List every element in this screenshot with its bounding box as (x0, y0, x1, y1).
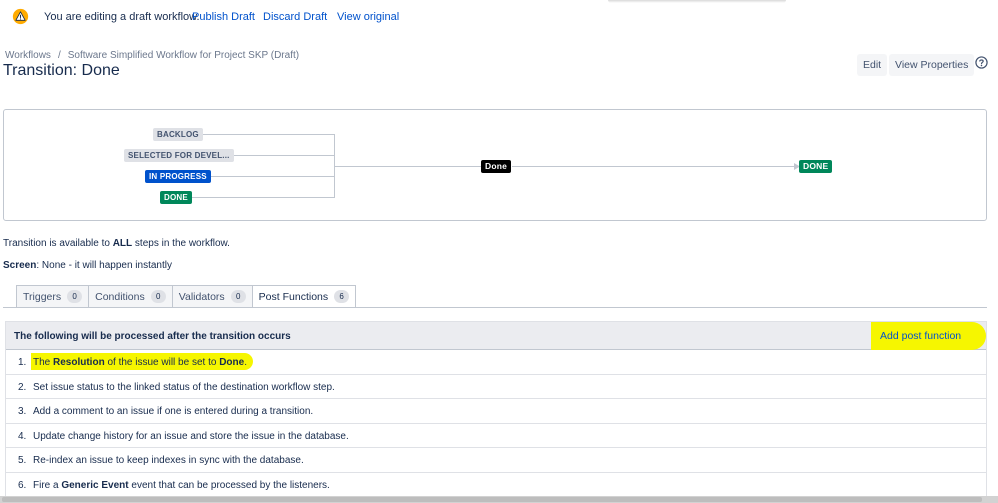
post-functions-table: The following will be processed after th… (5, 321, 987, 499)
post-function-row: 2. Set issue status to the linked status… (6, 375, 986, 400)
edit-button[interactable]: Edit (857, 54, 888, 76)
tab-conditions[interactable]: Conditions 0 (88, 285, 172, 308)
breadcrumb-workflows[interactable]: Workflows (5, 50, 51, 61)
screen-value: : None - it will happen instantly (36, 260, 172, 271)
status-selected-for-development[interactable]: SELECTED FOR DEVEL... (124, 149, 234, 162)
post-function-row: 3. Add a comment to an issue if one is e… (6, 399, 986, 424)
bold-value: Done (219, 357, 245, 368)
horizontal-scrollbar[interactable] (0, 496, 998, 503)
draft-message: You are editing a draft workflow. (44, 11, 200, 23)
row-number: 4. (18, 430, 27, 442)
transition-label[interactable]: Done (481, 160, 512, 173)
transition-diagram: BACKLOG SELECTED FOR DEVEL... IN PROGRES… (3, 109, 987, 221)
breadcrumb: Workflows / Software Simplified Workflow f… (5, 50, 299, 61)
bold-field: Resolution (53, 357, 105, 368)
row-text: Set issue status to the linked status of… (33, 381, 335, 393)
text-part: Fire a (33, 479, 62, 491)
row-text: Update change history for an issue and s… (33, 430, 349, 442)
status-in-progress[interactable]: IN PROGRESS (145, 170, 211, 183)
text-part: event that can be processed by the liste… (128, 479, 330, 491)
tab-label: Validators (178, 290, 225, 303)
view-original-link[interactable]: View original (337, 11, 399, 23)
warning-icon (12, 8, 29, 25)
text-part: of the issue will be set to (104, 357, 220, 368)
tab-label: Triggers (23, 290, 62, 303)
status-done-source[interactable]: DONE (160, 191, 192, 204)
add-post-function-link[interactable]: Add post function (871, 322, 986, 350)
row-number: 6. (18, 479, 27, 491)
availability-info: Transition is available to ALL steps in … (3, 238, 230, 249)
tabs-divider (3, 307, 987, 308)
availability-all: ALL (112, 238, 133, 249)
row-number: 3. (18, 406, 27, 418)
post-function-row: 6. Fire a Generic Event event that can b… (6, 473, 986, 498)
row-text: Re-index an issue to keep indexes in syn… (33, 455, 304, 467)
text-part: The (33, 357, 54, 368)
discard-draft-link[interactable]: Discard Draft (263, 11, 327, 23)
tab-count: 6 (334, 290, 350, 303)
row-text: Fire a Generic Event event that can be p… (33, 480, 330, 491)
tab-validators[interactable]: Validators 0 (171, 285, 252, 308)
post-function-row: 5. Re-index an issue to keep indexes in … (6, 448, 986, 473)
availability-suffix: steps in the workflow. (132, 238, 230, 249)
screen-label: Screen (3, 260, 37, 271)
row-number: 2. (18, 381, 27, 393)
row-text: Add a comment to an issue if one is ente… (33, 406, 314, 418)
row-text: The Resolution of the issue will be set … (33, 357, 247, 368)
dropdown-shadow (608, 0, 786, 3)
post-function-row: 1. The Resolution of the issue will be s… (6, 350, 986, 375)
tab-count: 0 (230, 290, 246, 303)
row-number: 1. (18, 357, 27, 368)
post-function-row: 4. Update change history for an issue an… (6, 424, 986, 449)
draft-banner: You are editing a draft workflow. Publis… (0, 0, 998, 34)
screen-info: Screen: None - it will happen instantly (3, 260, 172, 271)
bold-event: Generic Event (61, 479, 129, 491)
breadcrumb-separator: / (57, 50, 61, 61)
tab-count: 0 (150, 290, 166, 303)
tab-count: 0 (67, 290, 83, 303)
tab-post-functions[interactable]: Post Functions 6 (251, 285, 357, 308)
post-functions-header: The following will be processed after th… (6, 322, 986, 350)
availability-prefix: Transition is available to (3, 238, 113, 249)
page-title: Transition: Done (3, 62, 120, 79)
tab-label: Conditions (95, 290, 145, 303)
tab-bar: Triggers 0 Conditions 0 Validators 0 Post F… (16, 285, 357, 308)
row-number: 5. (18, 455, 27, 467)
status-backlog[interactable]: BACKLOG (153, 128, 203, 141)
tab-label: Post Functions (258, 290, 329, 303)
tab-triggers[interactable]: Triggers 0 (16, 285, 89, 308)
view-properties-button[interactable]: View Properties (889, 54, 975, 76)
status-done-target[interactable]: DONE (799, 160, 833, 173)
post-functions-title: The following will be processed after th… (14, 331, 291, 342)
text-part: . (244, 357, 247, 368)
breadcrumb-current[interactable]: Software Simplified Workflow for Project… (68, 50, 299, 61)
scrollbar-thumb[interactable] (2, 497, 982, 502)
help-icon[interactable] (975, 56, 988, 69)
publish-draft-link[interactable]: Publish Draft (192, 11, 255, 23)
